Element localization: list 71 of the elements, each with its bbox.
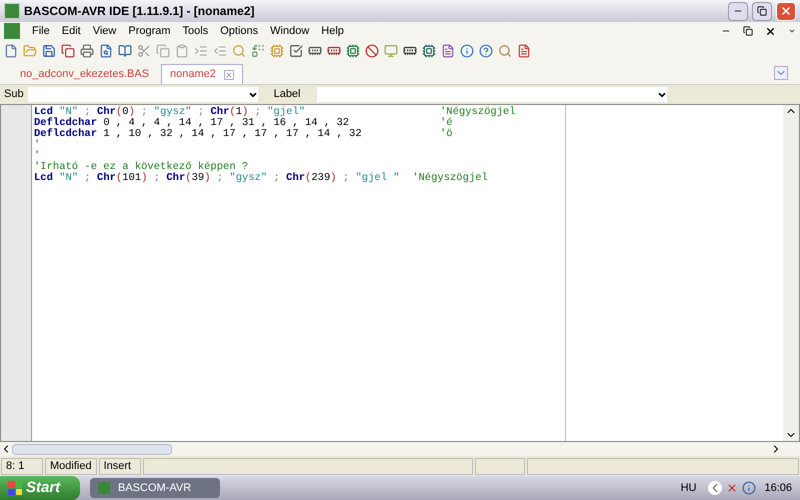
programmer-icon[interactable] (403, 44, 417, 58)
code-text: ' (34, 140, 40, 151)
indent-icon[interactable] (194, 44, 208, 58)
code-text: 'Irható -e ez a következő képpen ? (34, 162, 248, 173)
memory-icon[interactable] (327, 44, 341, 58)
vertical-scrollbar[interactable] (783, 105, 799, 441)
preview-icon[interactable] (99, 44, 113, 58)
replace-icon[interactable] (251, 44, 265, 58)
menu-item[interactable]: Options (220, 22, 258, 40)
save-icon[interactable] (42, 44, 56, 58)
clock: 16:06 (764, 480, 792, 496)
status-field: Modified (45, 458, 97, 474)
copy-icon[interactable] (61, 44, 75, 58)
info-icon[interactable] (460, 44, 474, 58)
tray-icon[interactable] (742, 481, 756, 495)
code-comment: 'ö (440, 129, 453, 140)
menu-item[interactable]: View (92, 22, 116, 40)
network-error-icon[interactable] (726, 482, 738, 494)
restore-button[interactable] (752, 2, 772, 20)
file-tab[interactable]: noname2 (161, 64, 243, 84)
stop-icon[interactable] (365, 44, 379, 58)
app-icon (4, 3, 20, 19)
language-indicator: HU (680, 480, 696, 496)
help-icon[interactable] (479, 44, 493, 58)
code-text: Lcd "N" ; Chr(0) ; "gysz" ; Chr(1) ; "gjel" (34, 107, 306, 118)
close-icon (780, 5, 792, 17)
file-icon[interactable] (441, 44, 455, 58)
menu-item[interactable]: Tools (182, 22, 208, 40)
close-icon[interactable] (765, 26, 776, 36)
book-icon[interactable] (118, 44, 132, 58)
clipboard-icon[interactable] (175, 44, 189, 58)
terminal-icon[interactable] (384, 44, 398, 58)
restore-icon (757, 6, 767, 16)
menu-item[interactable]: File (32, 22, 50, 40)
pdf-icon[interactable] (517, 44, 531, 58)
folder-icon[interactable] (23, 44, 37, 58)
memory-icon[interactable] (308, 44, 322, 58)
menu-item[interactable]: Edit (62, 22, 81, 40)
code-comment: 'Négyszögjel (440, 107, 516, 118)
status-field: 8: 1 (1, 458, 43, 474)
sub-label: Sub (4, 87, 24, 102)
windows-icon (8, 481, 22, 495)
scroll-thumb[interactable] (12, 444, 172, 454)
chevron-icon[interactable] (774, 66, 788, 80)
close-button[interactable] (776, 2, 796, 20)
menu-item[interactable]: Program (128, 22, 171, 40)
search-icon[interactable] (498, 44, 512, 58)
label-label: Label (272, 87, 302, 102)
search-icon[interactable] (232, 44, 246, 58)
chip-icon[interactable] (422, 44, 436, 58)
printer-icon[interactable] (80, 44, 94, 58)
code-text: Deflcdchar 0 , 4 , 4 , 14 , 17 , 31 , 16 , 14 , 32 (34, 118, 350, 129)
window-title: BASCOM-AVR IDE [1.11.9.1] - [noname2] (24, 3, 254, 20)
board-icon[interactable] (346, 44, 360, 58)
caret-icon[interactable] (788, 27, 796, 35)
file-tab[interactable]: no_adconv_ekezetes.BAS (12, 64, 158, 84)
checkbox-icon[interactable] (289, 44, 303, 58)
restore-icon[interactable] (743, 26, 753, 36)
code-text: Deflcdchar 1 , 10 , 32 , 14 , 17 , 17 , 17 , 14 , 32 (34, 129, 363, 140)
code-text: Lcd "N" ; Chr(101) ; Chr(39) ; "gysz" ; Chr(239) ; "gjel " 'Négyszögjel (34, 173, 488, 184)
outdent-icon[interactable] (213, 44, 227, 58)
menu-item[interactable]: Help (321, 22, 344, 40)
menu-item[interactable]: Window (270, 22, 310, 40)
taskbar-item[interactable]: BASCOM-AVR (90, 478, 220, 498)
scissors-icon[interactable] (137, 44, 151, 58)
status-panel (474, 458, 525, 474)
status-field: Insert (98, 458, 141, 474)
code-comment: 'é (440, 118, 453, 129)
horizontal-scrollbar[interactable] (0, 442, 800, 456)
code-text: ' (34, 151, 40, 162)
tray-expand-icon[interactable] (708, 481, 722, 495)
